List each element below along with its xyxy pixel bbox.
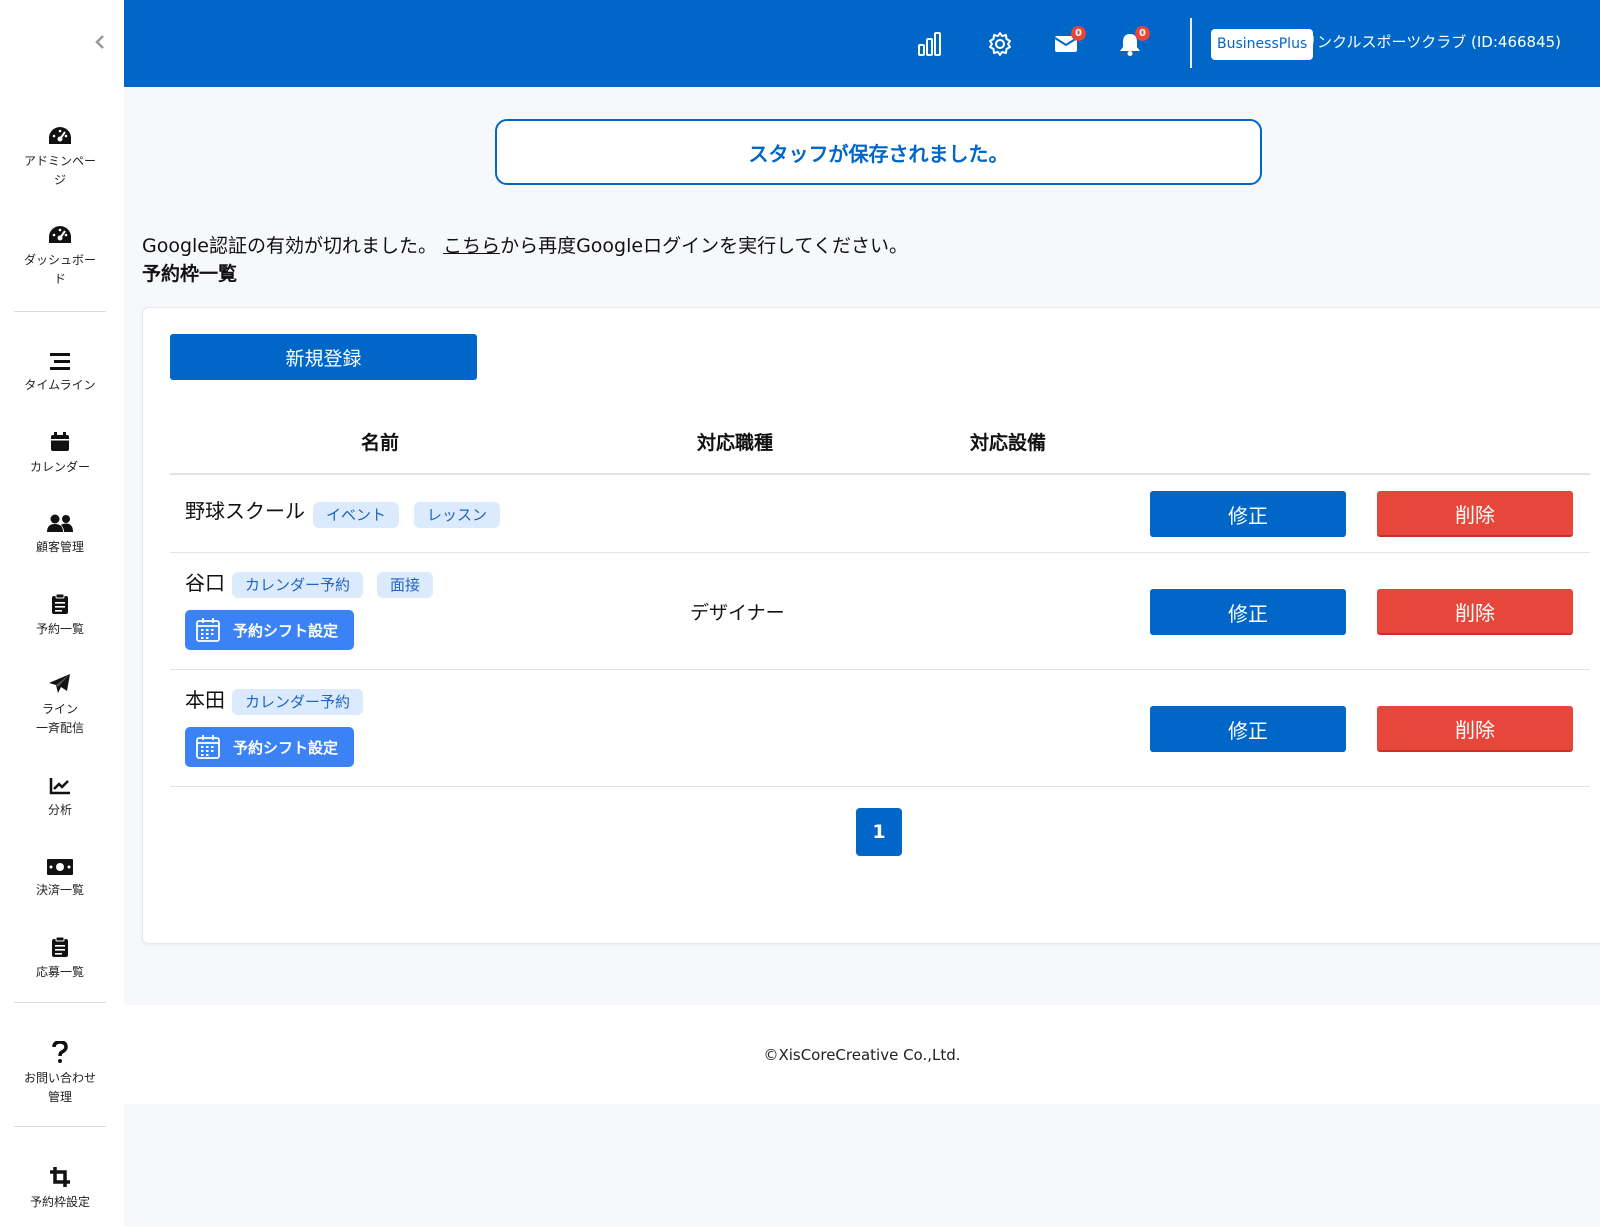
row-tag: カレンダー予約	[232, 572, 364, 598]
notice-text-before: Google認証の有効が切れました。	[142, 235, 438, 257]
sidebar-item-label: ダッシュボー ド	[23, 253, 96, 286]
row-tag: イベント	[313, 502, 400, 528]
calendar-icon	[51, 432, 69, 451]
row-tag: 面接	[377, 572, 434, 598]
table-header-divider	[170, 473, 1590, 475]
sidebar-divider	[14, 1002, 106, 1003]
gauge-icon	[49, 226, 71, 243]
paper-plane-icon	[49, 674, 70, 693]
sidebar-item-label: 応募一覧	[35, 965, 84, 979]
account-name[interactable]: リンクルスポーツクラブ (ID:466845)	[1302, 32, 1561, 52]
settings-button[interactable]	[984, 28, 1016, 60]
sidebar-item-reservations[interactable]: 予約一覧	[0, 594, 120, 639]
sidebar-item-calendar[interactable]: カレンダー	[0, 432, 120, 477]
sidebar-item-label: カレンダー	[29, 460, 90, 474]
sidebar-item-label: 予約一覧	[35, 622, 84, 636]
bar-chart-icon	[918, 32, 941, 56]
crop-icon	[50, 1167, 70, 1187]
sidebar-item-admin[interactable]: アドミンペー ジ	[0, 126, 120, 190]
row-tag: レッスン	[414, 502, 501, 528]
sidebar-item-timeline[interactable]: タイムライン	[0, 352, 120, 395]
delete-button[interactable]: 削除	[1377, 491, 1573, 537]
row-name: 谷口	[185, 571, 225, 595]
sidebar-item-analytics[interactable]: 分析	[0, 777, 120, 820]
page-title: 予約枠一覧	[142, 263, 238, 285]
sidebar-divider	[14, 311, 106, 312]
shift-settings-button[interactable]: 予約シフト設定	[185, 610, 354, 650]
users-icon	[47, 514, 73, 532]
copyright: ©XisCoreCreative Co.,Ltd.	[763, 1045, 961, 1064]
row-divider	[170, 786, 1590, 787]
row-name: 本田	[185, 688, 225, 712]
pagination-page-1[interactable]: 1	[856, 808, 902, 856]
notifications-button[interactable]: 0	[1114, 26, 1150, 60]
google-login-link[interactable]: こちら	[443, 235, 500, 257]
sidebar-item-dashboard[interactable]: ダッシュボー ド	[0, 225, 120, 289]
sidebar-item-label: 分析	[47, 803, 72, 817]
sidebar-item-customers[interactable]: 顧客管理	[0, 514, 120, 557]
row-divider	[170, 669, 1590, 670]
row-name: 野球スクール	[185, 499, 305, 523]
mail-count-badge: 0	[1071, 26, 1086, 41]
new-registration-button[interactable]: 新規登録	[170, 334, 477, 380]
footer: ©XisCoreCreative Co.,Ltd.	[124, 1005, 1600, 1104]
sidebar-item-label: タイムライン	[24, 378, 96, 392]
delete-button[interactable]: 削除	[1377, 706, 1573, 752]
sidebar-item-payments[interactable]: 決済一覧	[0, 859, 120, 900]
sidebar-item-label: アドミンペー ジ	[23, 154, 96, 187]
question-icon	[52, 1041, 68, 1063]
shift-settings-button[interactable]: 予約シフト設定	[185, 727, 354, 767]
success-alert: スタッフが保存されました。	[495, 119, 1262, 185]
gear-icon	[989, 32, 1011, 56]
clipboard-icon	[52, 594, 68, 614]
sidebar-item-line-broadcast[interactable]: ライン 一斉配信	[0, 674, 120, 738]
calendar-icon	[196, 618, 220, 642]
analytics-button[interactable]	[914, 28, 946, 60]
notice-text-after: から再度Googleログインを実行してください。	[500, 235, 908, 257]
bell-count-badge: 0	[1135, 26, 1150, 41]
line-chart-icon	[49, 778, 70, 795]
sidebar: アドミンペー ジ ダッシュボー ド タイムライン カレンダー 顧客管理 予約一覧…	[0, 0, 124, 1227]
slot-list-card: 新規登録 名前 対応職種 対応設備 野球スクール イベント レッスン 修正 削除…	[142, 307, 1600, 944]
row-tag: カレンダー予約	[232, 689, 364, 715]
sidebar-divider	[14, 1126, 106, 1127]
edit-button[interactable]: 修正	[1150, 706, 1346, 752]
sidebar-item-inquiries[interactable]: お問い合わせ 管理	[0, 1041, 120, 1107]
shift-settings-label: 予約シフト設定	[233, 621, 339, 640]
delete-button[interactable]: 削除	[1377, 589, 1573, 635]
sidebar-item-label: 決済一覧	[35, 883, 84, 897]
sidebar-item-slot-settings[interactable]: 予約枠設定	[0, 1167, 120, 1212]
sidebar-item-label: 予約枠設定	[29, 1195, 90, 1209]
sidebar-item-label: 顧客管理	[35, 540, 84, 554]
edit-button[interactable]: 修正	[1150, 491, 1346, 537]
messages-button[interactable]: 0	[1050, 26, 1086, 60]
chevron-left-icon	[95, 35, 104, 49]
top-header: 0 0 BusinessPlus リンクルスポーツクラブ (ID:466845)	[124, 0, 1600, 87]
calendar-icon	[196, 735, 220, 759]
menu-lines-icon	[50, 353, 70, 370]
clipboard-icon	[52, 937, 68, 957]
money-bill-icon	[47, 859, 73, 875]
sidebar-collapse-button[interactable]	[90, 30, 110, 54]
column-header-facility: 対応設備	[970, 432, 1047, 454]
row-job: デザイナー	[690, 602, 785, 624]
plan-badge: BusinessPlus	[1211, 29, 1314, 60]
sidebar-item-label: お問い合わせ 管理	[23, 1071, 96, 1104]
row-divider	[170, 552, 1590, 553]
header-divider	[1190, 18, 1192, 68]
edit-button[interactable]: 修正	[1150, 589, 1346, 635]
sidebar-item-applications[interactable]: 応募一覧	[0, 937, 120, 982]
sidebar-item-label: ライン 一斉配信	[35, 702, 84, 735]
column-header-job: 対応職種	[697, 432, 774, 454]
gauge-icon	[49, 127, 71, 144]
column-header-name: 名前	[361, 432, 400, 454]
google-auth-notice: Google認証の有効が切れました。 こちらから再度Googleログインを実行し…	[142, 234, 908, 258]
shift-settings-label: 予約シフト設定	[233, 738, 339, 757]
